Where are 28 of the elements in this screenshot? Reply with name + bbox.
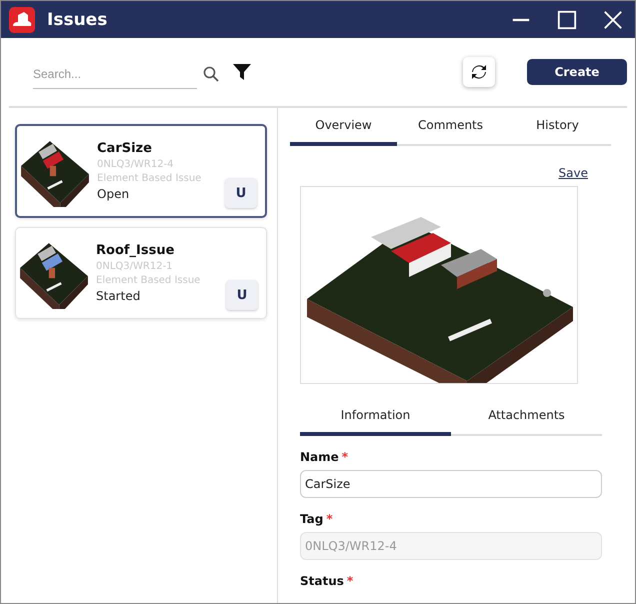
window-title: Issues <box>47 10 108 30</box>
issue-name: CarSize <box>97 141 153 156</box>
info-tab[interactable]: Information <box>300 398 451 436</box>
filter-icon[interactable] <box>233 63 251 81</box>
create-button[interactable]: Create <box>527 59 627 85</box>
detail-tab[interactable]: History <box>504 108 611 146</box>
close-icon[interactable] <box>603 10 623 30</box>
app-logo-icon <box>9 6 35 32</box>
issue-status: Started <box>96 289 142 303</box>
field-label: Status <box>300 574 344 588</box>
field-label: Name <box>300 450 339 464</box>
issue-status: Open <box>97 187 130 201</box>
field-label: Tag <box>300 512 324 526</box>
user-avatar: U <box>226 280 258 310</box>
info-tab[interactable]: Attachments <box>451 398 602 436</box>
save-link[interactable]: Save <box>558 166 588 180</box>
required-mark: * <box>342 450 348 464</box>
detail-tab[interactable]: Overview <box>290 108 397 146</box>
input-field[interactable]: CarSize <box>300 470 602 498</box>
search-icon[interactable] <box>203 66 219 82</box>
required-mark: * <box>326 512 333 526</box>
detail-tab[interactable]: Comments <box>397 108 504 146</box>
refresh-button[interactable] <box>463 57 495 87</box>
refresh-icon <box>471 64 487 80</box>
required-mark: * <box>346 574 354 588</box>
issue-name: Roof_Issue <box>96 243 176 258</box>
maximize-icon[interactable] <box>557 10 577 30</box>
user-avatar: U <box>225 178 257 208</box>
